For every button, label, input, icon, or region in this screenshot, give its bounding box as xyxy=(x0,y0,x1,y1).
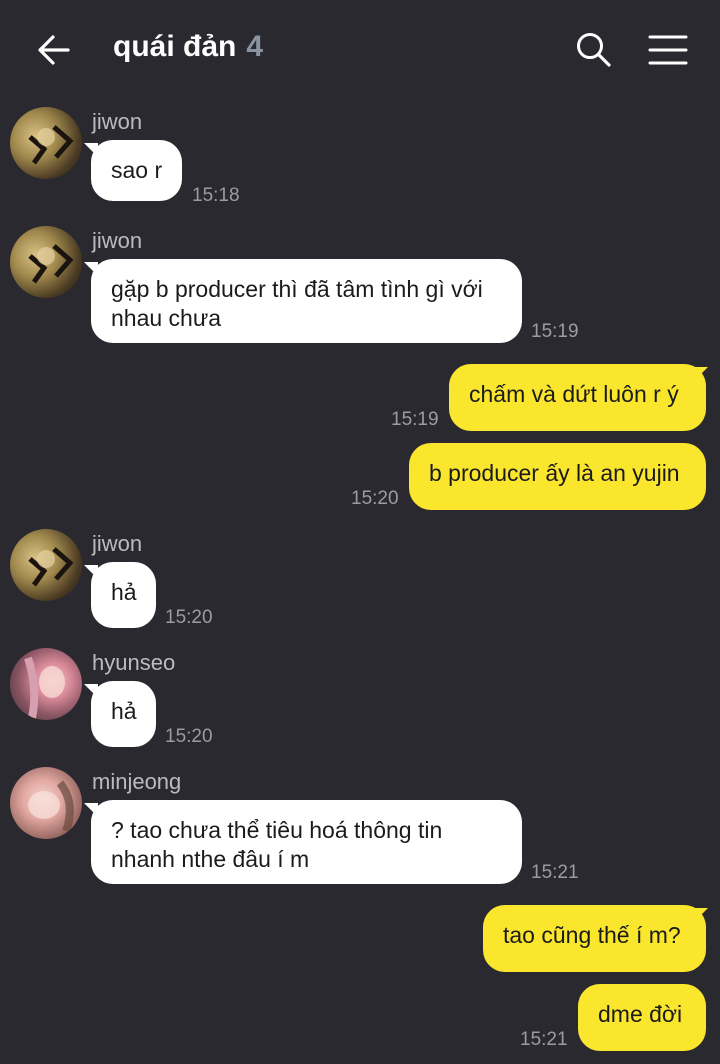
sender-name: jiwon xyxy=(92,109,143,134)
message-time: 15:21 xyxy=(531,862,579,883)
search-button[interactable] xyxy=(574,30,614,70)
sender-name: hyunseo xyxy=(92,650,176,675)
avatar-minjeong[interactable] xyxy=(10,767,82,839)
message-line: nhanh nthe đâu í m xyxy=(111,846,310,872)
message-time: 15:21 xyxy=(520,1029,568,1050)
back-button[interactable] xyxy=(34,30,74,70)
message-bubble[interactable]: hả xyxy=(91,681,156,747)
message-bubble[interactable]: ? tao chưa thể tiêu hoá thông tin nhanh … xyxy=(91,800,522,884)
search-icon xyxy=(577,33,611,67)
avatar-jiwon[interactable] xyxy=(10,226,82,298)
message-time: 15:19 xyxy=(531,321,579,342)
chat-title: quái đản 4 xyxy=(113,30,263,64)
chat-header: quái đản 4 xyxy=(0,0,720,100)
message-bubble[interactable]: dme đời xyxy=(578,984,706,1051)
message-time: 15:19 xyxy=(391,409,439,430)
message-bubble[interactable]: gặp b producer thì đã tâm tình gì với nh… xyxy=(91,259,522,343)
sender-name: jiwon xyxy=(92,531,143,556)
message-bubble[interactable]: tao cũng thế í m? xyxy=(483,905,706,972)
message-time: 15:20 xyxy=(165,607,213,628)
message-time: 15:18 xyxy=(192,185,240,206)
avatar-jiwon[interactable] xyxy=(10,529,82,601)
sender-name: jiwon xyxy=(92,228,143,253)
menu-button[interactable] xyxy=(648,30,688,70)
avatar-hyunseo[interactable] xyxy=(10,648,82,720)
avatar-jiwon[interactable] xyxy=(10,107,82,179)
sender-name: minjeong xyxy=(92,769,182,794)
message-time: 15:20 xyxy=(165,726,213,747)
message-line: nhau chưa xyxy=(111,305,222,331)
message-bubble[interactable]: chấm và dứt luôn r ý xyxy=(449,364,706,431)
message-time: 15:20 xyxy=(351,488,399,509)
member-count: 4 xyxy=(246,30,264,63)
back-arrow-icon xyxy=(38,35,70,65)
message-line: ? tao chưa thể tiêu hoá thông tin xyxy=(111,817,443,843)
message-bubble[interactable]: sao r xyxy=(91,140,183,201)
chat-name: quái đản xyxy=(113,30,237,63)
message-bubble[interactable]: b producer ấy là an yujin xyxy=(409,443,706,510)
message-line: gặp b producer thì đã tâm tình gì với xyxy=(111,276,483,302)
menu-icon xyxy=(648,35,688,65)
message-bubble[interactable]: hả xyxy=(91,562,156,628)
